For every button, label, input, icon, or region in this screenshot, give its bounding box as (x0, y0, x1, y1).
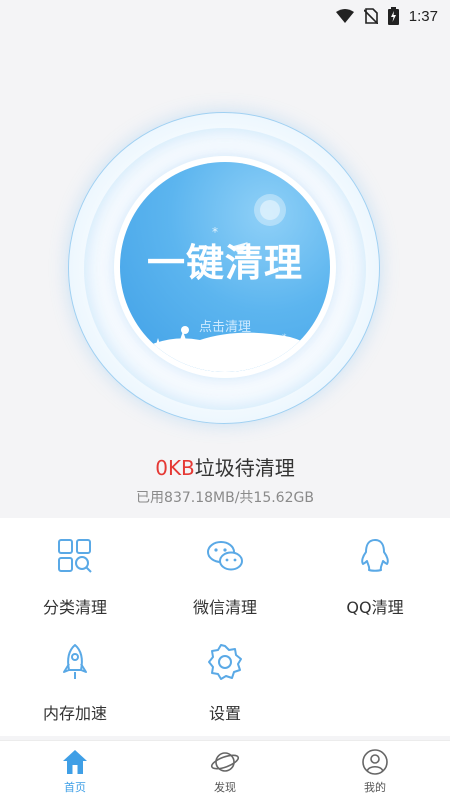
feature-label: QQ清理 (346, 598, 404, 617)
category-grid-search-icon (58, 539, 92, 573)
storage-usage: 已用837.18MB/共15.62GB (136, 490, 314, 506)
planet-icon (210, 752, 240, 772)
qq-penguin-icon (361, 539, 389, 572)
feature-memory-boost[interactable]: 内存加速 (0, 630, 150, 730)
wifi-icon (335, 9, 354, 23)
no-sim-icon (363, 8, 378, 24)
feature-label: 设置 (208, 704, 241, 723)
junk-label: 垃圾待清理 (194, 456, 295, 480)
feature-label: 内存加速 (42, 704, 107, 723)
status-bar: 1:37 (0, 0, 450, 32)
one-click-clean-button[interactable]: * * 一键清理 点击清理 (120, 162, 330, 372)
user-icon (362, 749, 388, 775)
feature-grid: 分类清理 微信清理 QQ清理 内存加速 设置 (0, 518, 450, 736)
clean-subtitle: 点击清理 (198, 320, 251, 335)
nav-discover[interactable]: 发现 (150, 741, 300, 800)
feature-settings[interactable]: 设置 (150, 630, 300, 730)
feature-qq-clean[interactable]: QQ清理 (300, 524, 450, 624)
home-icon (63, 750, 87, 774)
rocket-icon (63, 644, 87, 679)
clean-title: 一键清理 (146, 241, 303, 285)
nav-profile[interactable]: 我的 (300, 741, 450, 800)
nav-label: 发现 (214, 781, 236, 794)
junk-amount: 0KB (155, 456, 195, 480)
feature-label: 微信清理 (192, 598, 257, 617)
feature-wechat-clean[interactable]: 微信清理 (150, 524, 300, 624)
feature-label: 分类清理 (42, 598, 107, 617)
hero-section: * * 一键清理 点击清理 0KB垃圾待清理 已用837.18MB/共15.62… (0, 32, 450, 518)
nav-label: 我的 (364, 781, 386, 794)
bottom-navigation: 首页 发现 我的 (0, 740, 450, 800)
wechat-icon (207, 541, 243, 571)
feature-category-clean[interactable]: 分类清理 (0, 524, 150, 624)
nav-label: 首页 (64, 781, 86, 794)
clock: 1:37 (408, 7, 438, 25)
nav-home[interactable]: 首页 (0, 741, 150, 800)
battery-charging-icon (387, 7, 399, 25)
junk-summary: 0KB垃圾待清理 (0, 452, 450, 481)
gear-icon (208, 644, 242, 680)
